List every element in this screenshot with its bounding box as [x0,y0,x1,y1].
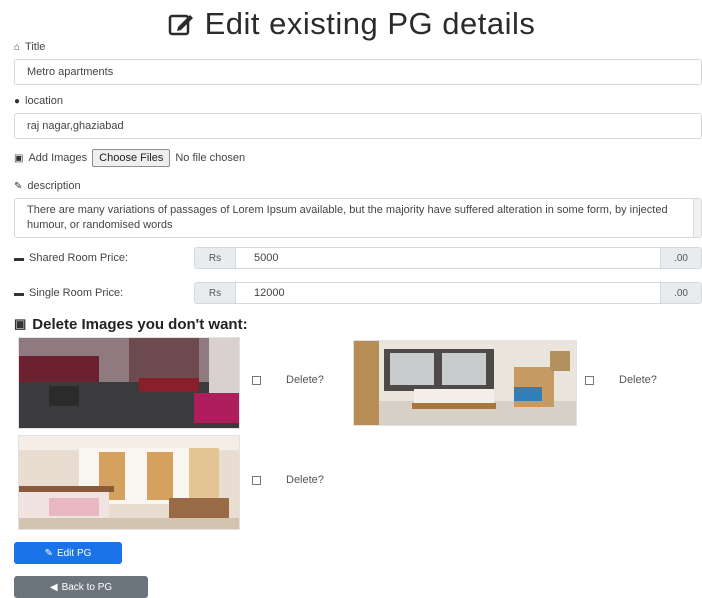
edit-pg-button[interactable]: ✎ Edit PG [14,542,122,564]
file-status: No file chosen [175,152,246,164]
pen-icon: ✎ [14,180,23,192]
single-price-label: ▬ Single Room Price: [14,287,124,299]
page-title: Edit existing PG details [204,6,536,41]
edit-icon [168,14,193,36]
edit-icon: ✎ [44,547,53,559]
location-input[interactable]: raj nagar,ghaziabad [14,113,702,139]
choose-files-button[interactable]: Choose Files [92,149,171,167]
location-label: ● location [14,95,63,107]
add-images-label: Add Images [28,152,88,164]
single-price-input[interactable]: 12000 [236,282,660,304]
shared-price-label: ▬ Shared Room Price: [14,252,129,264]
decimal-suffix: .00 [660,247,702,269]
single-price-row: ▬ Single Room Price: Rs 12000 .00 [14,282,702,304]
description-label: ✎ description [14,180,81,192]
room-photo-2 [353,340,577,426]
add-images-row: ▣ Add Images Choose Files No file chosen [14,148,245,168]
title-input[interactable]: Metro apartments [14,59,702,85]
image-icon: ▣ [14,316,27,331]
currency-prefix: Rs [194,282,236,304]
image-icon: ▣ [14,152,24,164]
shared-price-input[interactable]: 5000 [236,247,660,269]
page-heading: Edit existing PG details [0,4,702,44]
description-scrollbar[interactable] [693,199,701,237]
delete-label-1: Delete? [286,374,324,386]
delete-label-2: Delete? [619,374,657,386]
home-icon: ⌂ [14,41,21,53]
back-to-pg-button[interactable]: ◀ Back to PG [14,576,148,598]
arrow-left-icon: ◀ [49,581,58,593]
map-marker-icon: ● [14,95,21,107]
delete-images-title: ▣ Delete Images you don't want: [14,315,248,333]
currency-prefix: Rs [194,247,236,269]
delete-label-3: Delete? [286,474,324,486]
shared-price-row: ▬ Shared Room Price: Rs 5000 .00 [14,247,702,269]
bed-icon: ▬ [14,287,24,299]
title-label: ⌂ Title [14,41,46,53]
delete-checkbox-2[interactable] [585,376,594,385]
decimal-suffix: .00 [660,282,702,304]
bed-icon: ▬ [14,252,24,264]
delete-checkbox-3[interactable] [252,476,261,485]
description-textarea[interactable]: There are many variations of passages of… [14,198,702,238]
room-photo-3 [18,435,240,530]
delete-checkbox-1[interactable] [252,376,261,385]
room-photo-1 [18,337,240,429]
